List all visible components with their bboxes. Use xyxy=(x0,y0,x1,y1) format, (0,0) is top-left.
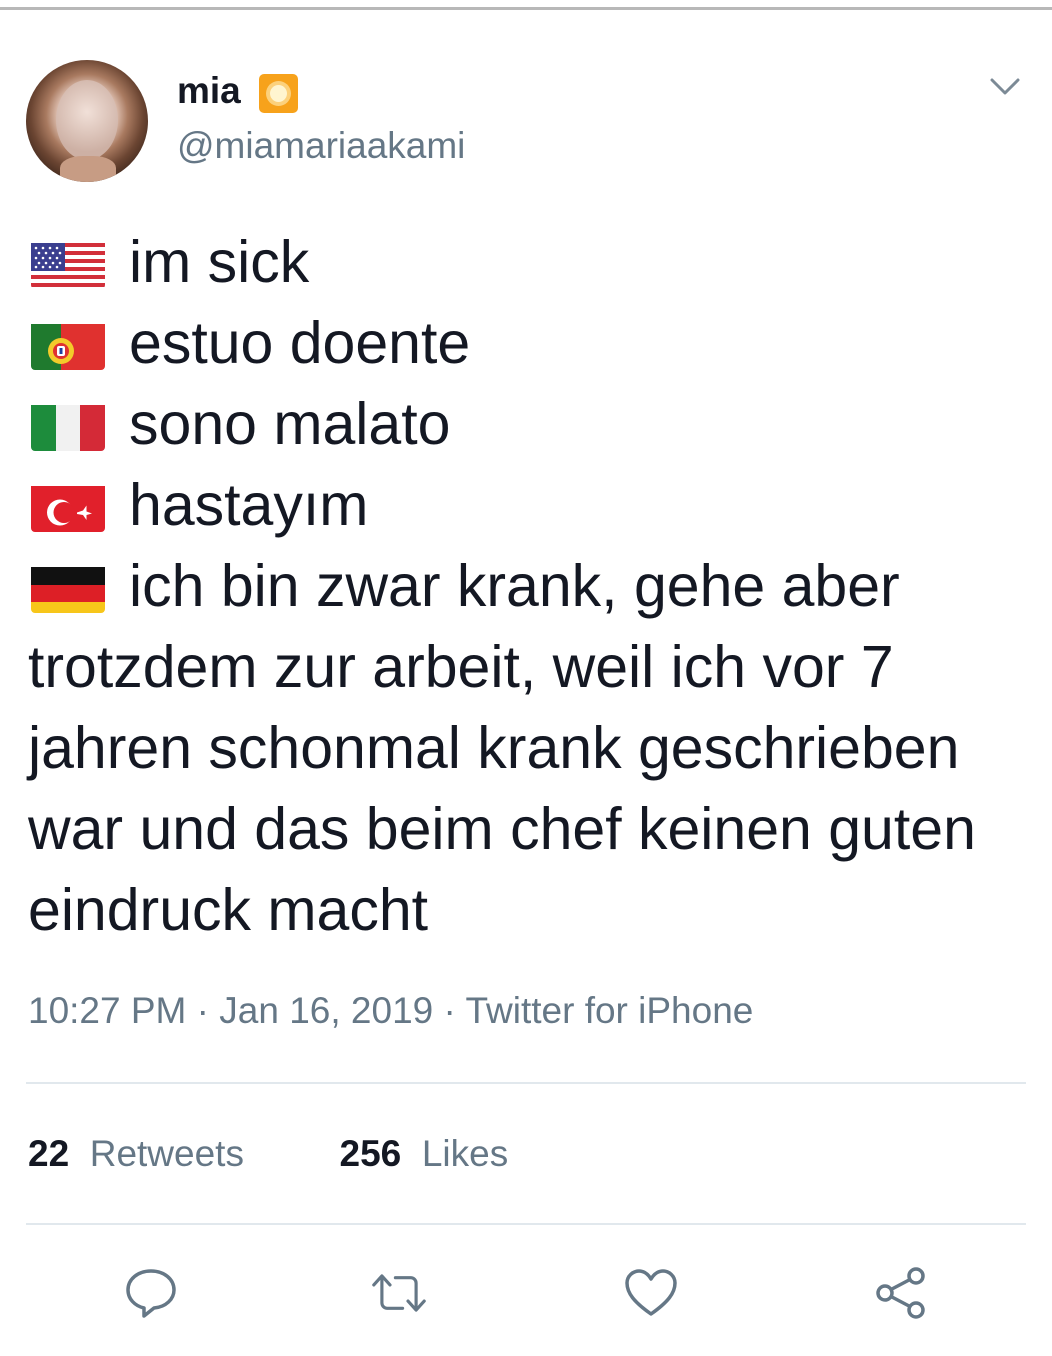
like-icon[interactable] xyxy=(624,1266,678,1320)
tweet-line: ich bin zwar krank, gehe aber xyxy=(28,546,1028,627)
sun-emoji-icon xyxy=(259,74,298,113)
portugal-flag-icon xyxy=(31,317,105,370)
top-divider xyxy=(0,7,1052,10)
tweet-line: estuo doente xyxy=(28,303,1028,384)
tweet-line: sono malato xyxy=(28,384,1028,465)
avatar-face xyxy=(56,80,118,160)
retweet-icon[interactable] xyxy=(372,1266,426,1320)
likes-count: 256 xyxy=(339,1133,402,1174)
avatar-neck xyxy=(60,156,116,182)
display-name[interactable]: mia xyxy=(177,70,241,112)
meta-separator: · xyxy=(433,990,466,1031)
tweet-line-text: sono malato xyxy=(129,391,451,457)
likes-stat[interactable]: 256 Likes xyxy=(340,1133,509,1174)
divider xyxy=(26,1223,1026,1225)
italy-flag-icon xyxy=(31,398,105,451)
divider xyxy=(26,1082,1026,1084)
user-handle[interactable]: @miamariaakami xyxy=(177,125,465,167)
tweet-line-text: estuo doente xyxy=(129,310,471,376)
tweet-line: eindruck macht xyxy=(28,877,429,943)
us-flag-icon xyxy=(31,236,105,289)
share-icon[interactable] xyxy=(874,1266,928,1320)
germany-flag-icon xyxy=(31,560,105,613)
tweet-line: jahren schonmal krank geschrieben xyxy=(28,715,960,781)
chevron-down-icon[interactable] xyxy=(990,76,1020,98)
tweet-stats: 22 Retweets 256 Likes xyxy=(28,1133,508,1175)
tweet-line: war und das beim chef keinen guten xyxy=(28,796,976,862)
tweet-line: im sick xyxy=(28,222,1028,303)
tweet-line-text: im sick xyxy=(129,229,310,295)
tweet-time[interactable]: 10:27 PM xyxy=(28,990,186,1031)
likes-label: Likes xyxy=(421,1133,509,1174)
tweet-source[interactable]: Twitter for iPhone xyxy=(465,990,753,1031)
tweet-date[interactable]: Jan 16, 2019 xyxy=(219,990,433,1031)
tweet-text: im sick estuo doente sono malato hastayı… xyxy=(28,222,1028,951)
retweets-stat[interactable]: 22 Retweets xyxy=(28,1133,244,1174)
tweet-line-text: hastayım xyxy=(129,472,369,538)
tweet-line: hastayım xyxy=(28,465,1028,546)
retweets-label: Retweets xyxy=(89,1133,244,1174)
tweet-meta: 10:27 PM · Jan 16, 2019 · Twitter for iP… xyxy=(28,990,753,1032)
tweet-line-text: ich bin zwar krank, gehe aber xyxy=(129,553,900,619)
reply-icon[interactable] xyxy=(124,1266,178,1320)
meta-separator: · xyxy=(186,990,220,1031)
avatar[interactable] xyxy=(26,60,148,182)
turkey-flag-icon xyxy=(31,479,105,532)
retweets-count: 22 xyxy=(28,1133,70,1174)
tweet-line: trotzdem zur arbeit, weil ich vor 7 xyxy=(28,634,894,700)
